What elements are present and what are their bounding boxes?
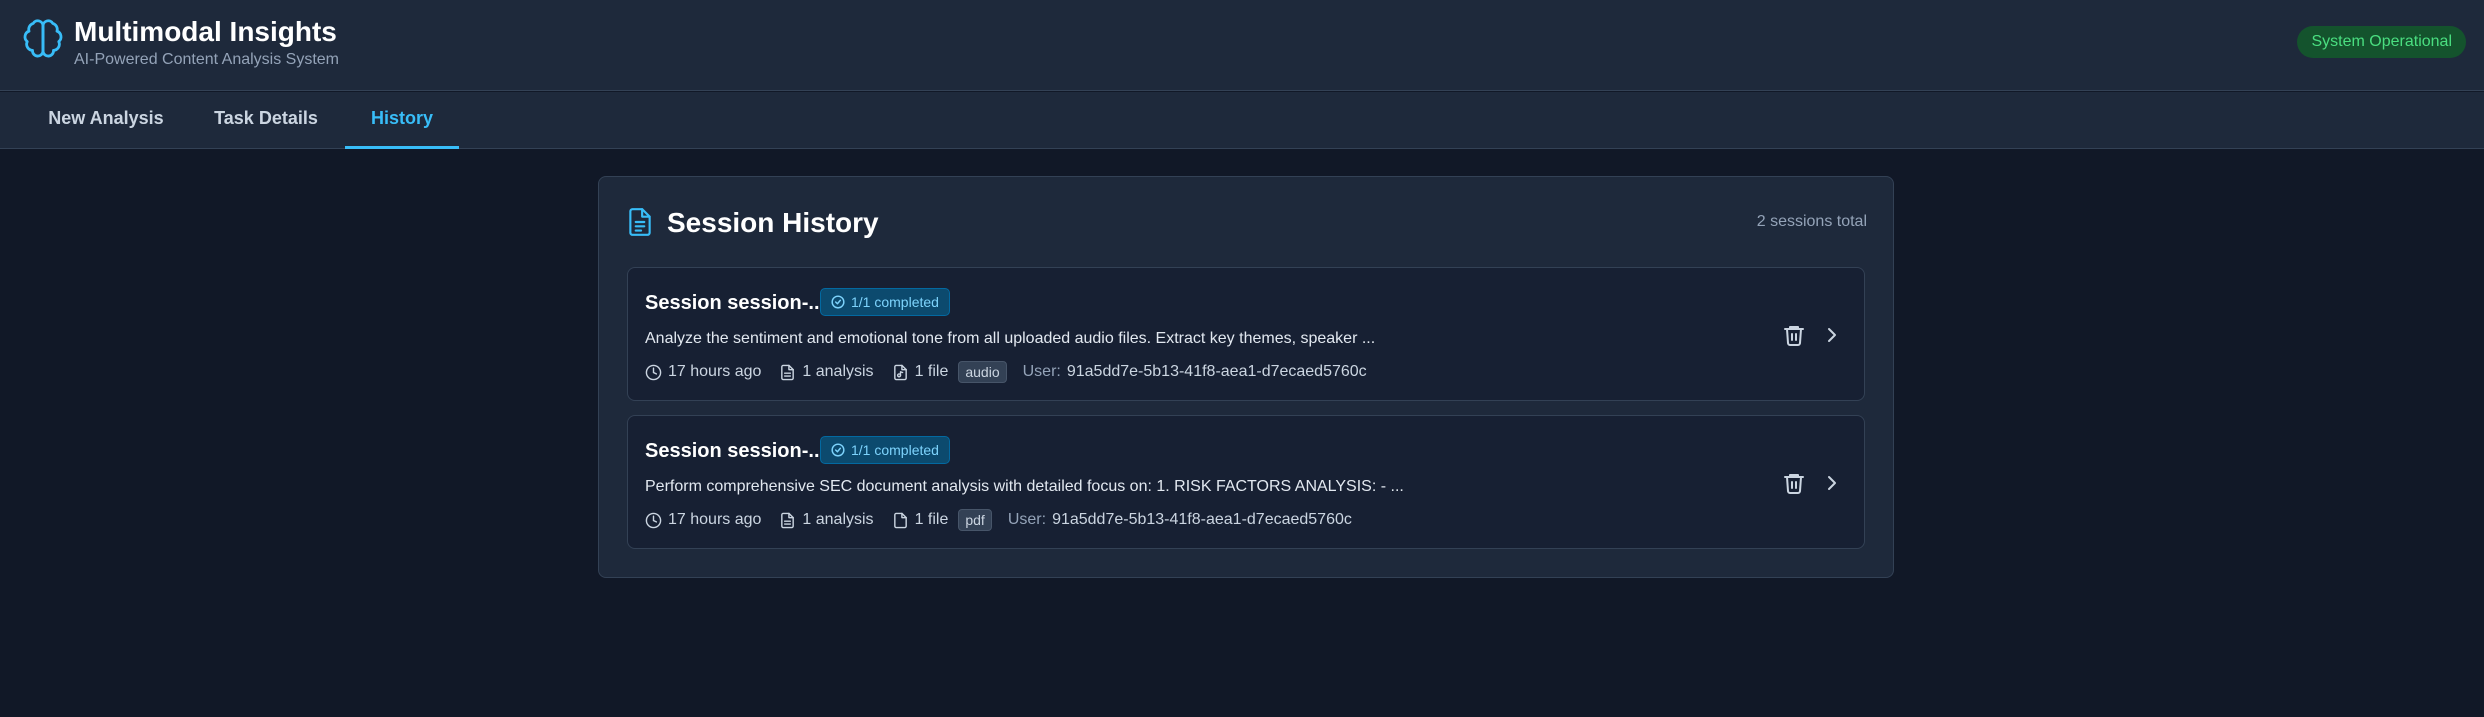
session-card[interactable]: Session session-... 1/1 completed Perfor… — [627, 415, 1865, 549]
trash-icon[interactable] — [1782, 323, 1806, 347]
main-tabs: New Analysis Task Details History — [0, 92, 2484, 149]
brain-icon — [23, 19, 63, 58]
user-id: 91a5dd7e-5b13-41f8-aea1-d7ecaed5760c — [1066, 363, 1367, 380]
file-text-icon — [781, 512, 795, 528]
session-description: Analyze the sentiment and emotional tone… — [645, 330, 1376, 347]
clock-icon — [645, 512, 662, 528]
chevron-right-icon[interactable] — [1820, 323, 1844, 347]
file-text-icon — [781, 364, 795, 380]
file-audio-icon — [893, 364, 907, 380]
session-description: Perform comprehensive SEC document analy… — [645, 478, 1404, 495]
status-badge: 1/1 completed — [820, 436, 950, 464]
analysis-count: 1 analysis — [802, 511, 874, 528]
session-time: 17 hours ago — [668, 363, 762, 380]
analysis-count: 1 analysis — [802, 363, 874, 380]
user-label: User: — [1007, 511, 1047, 528]
system-status-badge: System Operational — [2297, 26, 2466, 58]
session-title: Session session-... — [645, 440, 826, 462]
user-label: User: — [1022, 363, 1061, 380]
trash-icon[interactable] — [1782, 471, 1806, 495]
app-title: Multimodal Insights — [74, 16, 337, 47]
session-card[interactable]: Session session-... 1/1 completed Analyz… — [627, 267, 1865, 401]
session-count: 2 sessions total — [1756, 213, 1867, 230]
panel-title: Session History — [667, 207, 879, 238]
session-history-panel: Session History 2 sessions total Session… — [598, 176, 1894, 578]
status-text: 1/1 completed — [851, 294, 939, 310]
session-time: 17 hours ago — [668, 511, 762, 528]
file-type-tag: audio — [958, 361, 1007, 383]
tab-task-details[interactable]: Task Details — [200, 92, 332, 149]
file-icon — [893, 512, 907, 528]
status-text: 1/1 completed — [851, 442, 939, 458]
user-id: 91a5dd7e-5b13-41f8-aea1-d7ecaed5760c — [1052, 511, 1352, 528]
file-count: 1 file — [914, 363, 949, 380]
document-icon — [629, 208, 651, 236]
app-header: Multimodal Insights AI-Powered Content A… — [0, 0, 2484, 91]
file-count: 1 file — [914, 511, 949, 528]
status-badge: 1/1 completed — [820, 288, 950, 316]
tab-new-analysis[interactable]: New Analysis — [32, 92, 180, 149]
check-circle-icon — [831, 443, 845, 457]
file-type-tag: pdf — [958, 509, 992, 531]
check-circle-icon — [831, 295, 845, 309]
tab-history[interactable]: History — [345, 92, 459, 149]
clock-icon — [645, 364, 662, 380]
session-title: Session session-... — [645, 292, 826, 314]
app-subtitle: AI-Powered Content Analysis System — [74, 51, 340, 68]
session-meta: 17 hours ago 1 analysis 1 file pdf User:… — [645, 508, 1352, 532]
session-meta: 17 hours ago 1 analysis 1 file audio Use… — [645, 360, 1367, 384]
chevron-right-icon[interactable] — [1820, 471, 1844, 495]
